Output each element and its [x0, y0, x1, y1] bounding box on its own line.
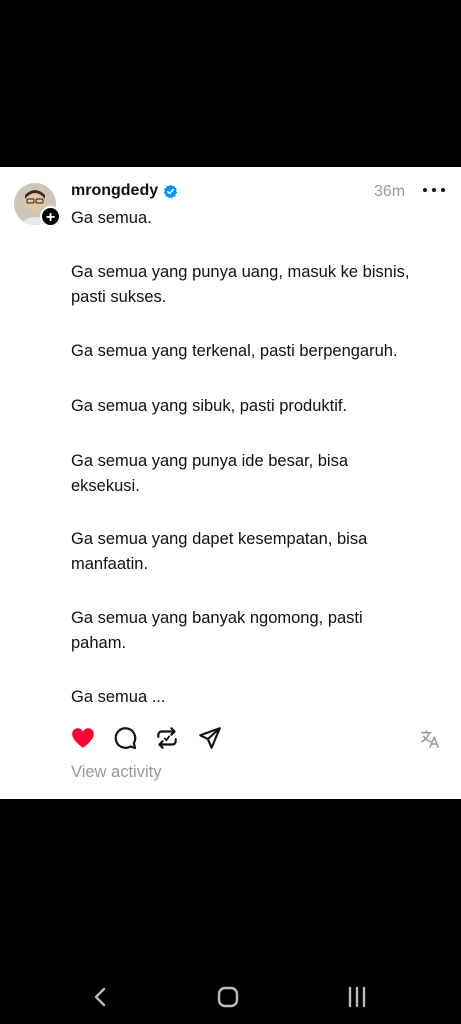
- post-text-line: Ga semua yang punya uang, masuk ke bisni…: [71, 263, 410, 281]
- system-navigation-bar: [0, 970, 461, 1024]
- post-text-line: eksekusi.: [71, 477, 140, 495]
- thread-post-card: + mrongdedy 36m Ga semua. Ga semua yang …: [0, 167, 461, 799]
- post-text-line: Ga semua yang dapet kesempatan, bisa: [71, 530, 368, 548]
- follow-plus-icon[interactable]: +: [40, 206, 61, 227]
- username-row: mrongdedy: [71, 182, 178, 200]
- post-text-line: paham.: [71, 634, 127, 652]
- post-text-line: Ga semua ...: [71, 688, 166, 706]
- back-icon[interactable]: [85, 984, 115, 1010]
- repost-icon[interactable]: [154, 725, 180, 751]
- verified-badge-icon: [163, 184, 178, 198]
- post-text-line: manfaatin.: [71, 555, 149, 573]
- heart-icon[interactable]: [70, 725, 96, 751]
- send-icon[interactable]: [197, 725, 223, 751]
- view-activity-link[interactable]: View activity: [71, 763, 161, 782]
- post-action-bar: [0, 725, 461, 753]
- post-text-line: Ga semua yang terkenal, pasti berpengaru…: [71, 342, 398, 360]
- post-text-line: Ga semua yang sibuk, pasti produktif.: [71, 397, 348, 415]
- more-icon[interactable]: [423, 179, 445, 201]
- comment-icon[interactable]: [112, 725, 138, 751]
- post-timestamp: 36m: [374, 183, 406, 200]
- username[interactable]: mrongdedy: [71, 182, 158, 200]
- post-text-line: Ga semua yang banyak ngomong, pasti: [71, 609, 363, 627]
- post-text-line: Ga semua.: [71, 209, 152, 227]
- post-text-line: pasti sukses.: [71, 288, 167, 306]
- post-text-line: Ga semua yang punya ide besar, bisa: [71, 452, 349, 470]
- home-icon[interactable]: [213, 984, 243, 1010]
- translate-icon[interactable]: [419, 728, 441, 750]
- recents-icon[interactable]: [342, 984, 372, 1010]
